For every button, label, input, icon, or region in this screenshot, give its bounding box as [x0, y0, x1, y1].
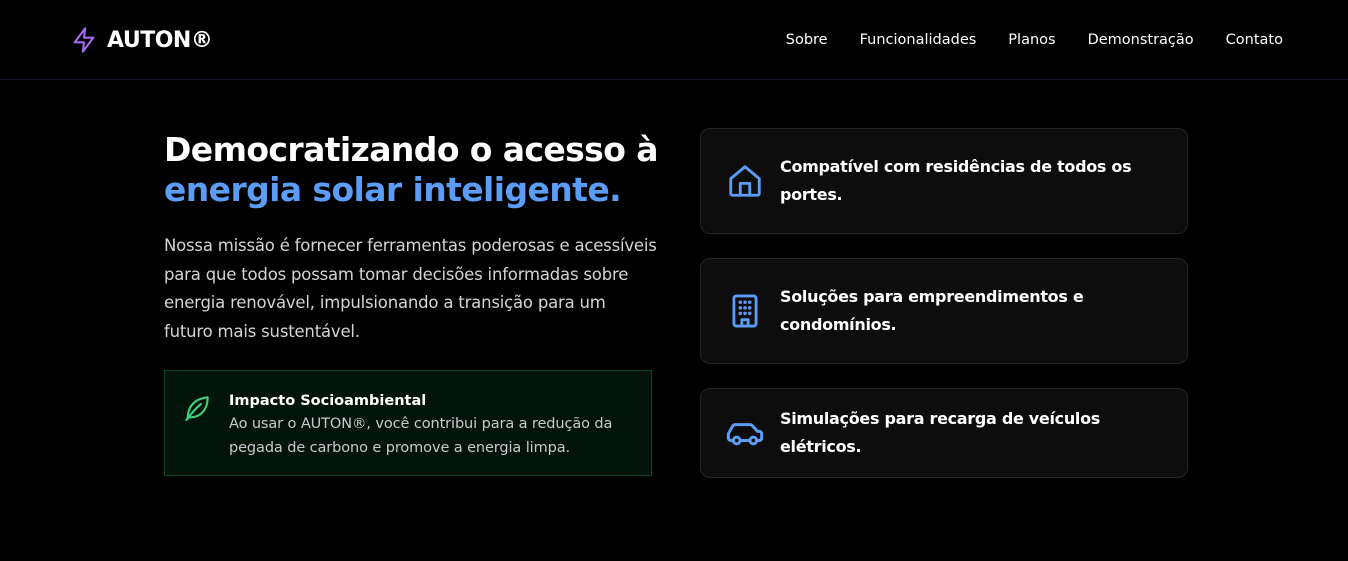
home-icon	[725, 161, 765, 201]
feature-card-residences: Compatível com residências de todos os p…	[700, 128, 1188, 234]
lightning-bolt-icon	[70, 25, 98, 55]
feature-text: Soluções para empreendimentos e condomín…	[780, 287, 1084, 334]
nav-link-funcionalidades[interactable]: Funcionalidades	[860, 32, 977, 48]
mission-text: Nossa missão é fornecer ferramentas pode…	[164, 236, 657, 341]
hero-section: Democratizando o acesso à energia solar …	[164, 130, 664, 346]
impact-callout: Impacto Socioambiental Ao usar o AUTON®,…	[164, 370, 652, 476]
car-icon	[725, 413, 765, 453]
headline-line-1: Democratizando o acesso à	[164, 130, 658, 169]
nav-link-contato[interactable]: Contato	[1226, 32, 1283, 48]
nav-link-demonstracao[interactable]: Demonstração	[1088, 32, 1194, 48]
building-icon	[725, 291, 765, 331]
hero-headline: Democratizando o acesso à energia solar …	[164, 130, 664, 210]
leaf-icon	[181, 392, 213, 424]
feature-text: Compatível com residências de todos os p…	[780, 157, 1132, 204]
main-nav: Sobre Funcionalidades Planos Demonstraçã…	[786, 28, 1283, 52]
brand-name: AUTON®	[107, 27, 213, 53]
nav-link-planos[interactable]: Planos	[1008, 32, 1055, 48]
impact-title: Impacto Socioambiental	[229, 393, 427, 409]
feature-text: Simulações para recarga de veículos elét…	[780, 409, 1101, 456]
feature-card-ev-charging: Simulações para recarga de veículos elét…	[700, 388, 1188, 478]
impact-texts: Impacto Socioambiental Ao usar o AUTON®,…	[229, 391, 639, 475]
headline-accent-line: energia solar inteligente.	[164, 170, 622, 209]
brand-logo[interactable]: AUTON®	[70, 24, 213, 56]
impact-description: Ao usar o AUTON®, você contribui para a …	[229, 416, 613, 456]
top-navbar: AUTON® Sobre Funcionalidades Planos Demo…	[0, 0, 1348, 80]
nav-link-sobre[interactable]: Sobre	[786, 32, 828, 48]
feature-card-condominiums: Soluções para empreendimentos e condomín…	[700, 258, 1188, 364]
